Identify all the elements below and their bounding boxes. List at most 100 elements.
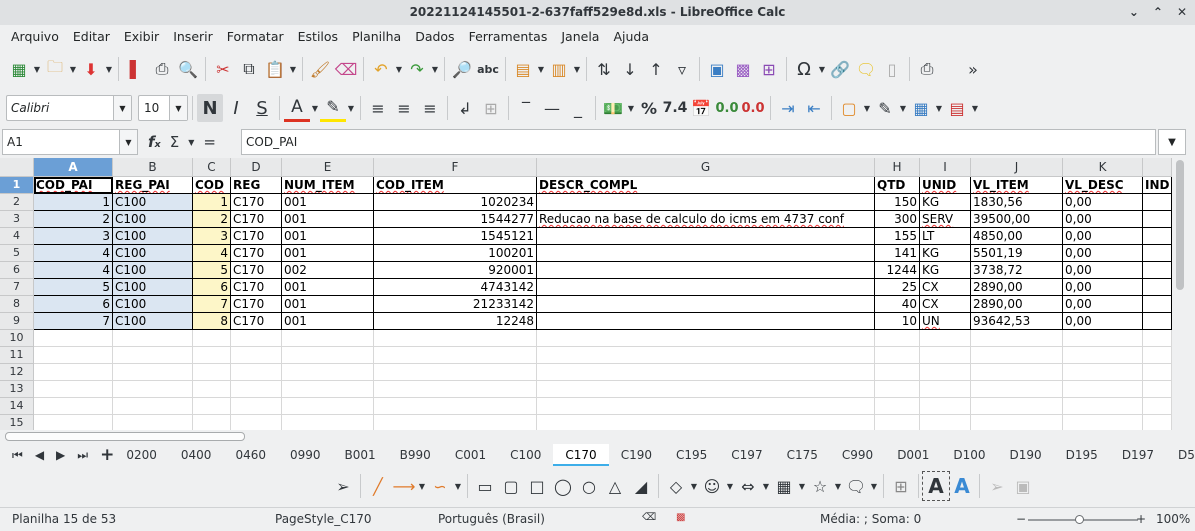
table-cell[interactable] — [537, 228, 875, 245]
table-cell[interactable]: 4850,00 — [971, 228, 1063, 245]
empty-cell[interactable] — [920, 415, 971, 430]
table-cell[interactable]: C100 — [113, 279, 193, 296]
empty-cell[interactable] — [537, 364, 875, 381]
table-cell[interactable] — [537, 194, 875, 211]
zoom-level[interactable]: 100% — [1156, 512, 1190, 526]
table-cell[interactable]: CX — [920, 296, 971, 313]
basic-shapes-icon[interactable]: ◇ — [663, 472, 689, 500]
table-cell[interactable]: 3 — [34, 228, 113, 245]
align-middle-icon[interactable]: — — [539, 94, 565, 122]
table-cell[interactable]: C100 — [113, 194, 193, 211]
font-name-dropdown-icon[interactable]: ▼ — [113, 96, 131, 120]
row-header-12[interactable]: 12 — [0, 364, 34, 381]
table-cell[interactable]: 6 — [193, 279, 231, 296]
align-center-icon[interactable]: ≡ — [391, 94, 417, 122]
empty-cell[interactable] — [1063, 381, 1143, 398]
callouts-icon[interactable]: 🗨 — [843, 472, 869, 500]
table-cell[interactable]: 150 — [875, 194, 920, 211]
percent-format-button[interactable]: % — [636, 94, 662, 122]
name-box-dropdown-icon[interactable]: ▼ — [119, 130, 137, 154]
table-cell[interactable]: C170 — [231, 228, 282, 245]
empty-cell[interactable] — [282, 415, 374, 430]
sum-dropdown-icon[interactable]: ▼ — [188, 138, 194, 147]
column-header-h[interactable]: H — [875, 158, 920, 177]
sheet-tab-d50[interactable]: D50 — [1166, 444, 1195, 466]
table-cell[interactable] — [1143, 211, 1172, 228]
table-cell[interactable]: 2 — [34, 211, 113, 228]
header-cell[interactable]: REG_PAI — [113, 177, 193, 194]
header-cell[interactable]: REG — [231, 177, 282, 194]
table-cell[interactable]: 5 — [34, 279, 113, 296]
paste-dropdown-icon[interactable]: ▼ — [288, 65, 298, 74]
empty-cell[interactable] — [374, 398, 537, 415]
sheet-tab-c990[interactable]: C990 — [830, 444, 885, 466]
empty-cell[interactable] — [34, 364, 113, 381]
empty-cell[interactable] — [971, 347, 1063, 364]
shadow-icon[interactable]: ▣ — [1010, 472, 1036, 500]
circle-icon[interactable]: ○ — [576, 472, 602, 500]
empty-cell[interactable] — [282, 364, 374, 381]
table-cell[interactable]: 25 — [875, 279, 920, 296]
select-pointer-icon[interactable]: ➢ — [330, 472, 356, 500]
empty-cell[interactable] — [537, 330, 875, 347]
table-cell[interactable]: 920001 — [374, 262, 537, 279]
row-header-2[interactable]: 2 — [0, 194, 34, 211]
header-cell[interactable]: COD_ITEM — [374, 177, 537, 194]
close-icon[interactable]: ✕ — [1177, 0, 1187, 25]
empty-cell[interactable] — [1063, 415, 1143, 430]
row-header-3[interactable]: 3 — [0, 211, 34, 228]
sheet-tab-d195[interactable]: D195 — [1054, 444, 1110, 466]
row-icon[interactable]: ▤ — [510, 55, 536, 83]
empty-cell[interactable] — [374, 347, 537, 364]
zoom-in-icon[interactable]: + — [1136, 512, 1146, 526]
table-cell[interactable]: 155 — [875, 228, 920, 245]
empty-cell[interactable] — [1143, 415, 1172, 430]
table-cell[interactable]: 1 — [34, 194, 113, 211]
styles-icon[interactable]: ▤ — [944, 94, 970, 122]
last-sheet-icon[interactable]: ⏭ — [77, 448, 88, 463]
table-cell[interactable]: 1 — [193, 194, 231, 211]
table-cell[interactable] — [1143, 313, 1172, 330]
font-color-icon[interactable]: A — [284, 94, 310, 122]
empty-cell[interactable] — [231, 364, 282, 381]
curve-icon[interactable]: ∽ — [427, 472, 453, 500]
column-header-g[interactable]: G — [537, 158, 875, 177]
empty-cell[interactable] — [113, 330, 193, 347]
empty-cell[interactable] — [1063, 347, 1143, 364]
font-name-box[interactable]: Calibri ▼ — [6, 95, 132, 121]
flowchart-dropdown-icon[interactable]: ▼ — [797, 482, 807, 491]
export-pdf-icon[interactable]: ▌ — [123, 55, 149, 83]
empty-cell[interactable] — [113, 398, 193, 415]
conditional-format-icon[interactable]: ▦ — [908, 94, 934, 122]
empty-cell[interactable] — [113, 347, 193, 364]
empty-cell[interactable] — [231, 381, 282, 398]
sheet-tab-b001[interactable]: B001 — [333, 444, 388, 466]
horizontal-scroll-thumb[interactable] — [5, 432, 245, 441]
table-cell[interactable] — [537, 245, 875, 262]
empty-cell[interactable] — [374, 330, 537, 347]
symbol-shapes-icon[interactable]: ☺ — [699, 472, 725, 500]
undo-dropdown-icon[interactable]: ▼ — [394, 65, 404, 74]
table-cell[interactable] — [1143, 228, 1172, 245]
empty-cell[interactable] — [971, 415, 1063, 430]
table-cell[interactable]: 4 — [34, 262, 113, 279]
new-dropdown-icon[interactable]: ▼ — [32, 65, 42, 74]
row-header-8[interactable]: 8 — [0, 296, 34, 313]
table-cell[interactable]: C100 — [113, 245, 193, 262]
triangle-icon[interactable]: △ — [602, 472, 628, 500]
expand-formula-icon[interactable]: ▼ — [1158, 129, 1186, 155]
table-cell[interactable]: 21233142 — [374, 296, 537, 313]
empty-cell[interactable] — [1143, 347, 1172, 364]
empty-cell[interactable] — [1143, 398, 1172, 415]
table-cell[interactable]: 0,00 — [1063, 245, 1143, 262]
column-dropdown-icon[interactable]: ▼ — [572, 65, 582, 74]
table-cell[interactable]: 12248 — [374, 313, 537, 330]
stars-icon[interactable]: ☆ — [807, 472, 833, 500]
sheet-tab-b990[interactable]: B990 — [388, 444, 443, 466]
underline-button[interactable]: S — [249, 94, 275, 122]
currency-format-icon[interactable]: 💵 — [600, 94, 626, 122]
empty-cell[interactable] — [971, 381, 1063, 398]
callouts-dropdown-icon[interactable]: ▼ — [869, 482, 879, 491]
print-icon[interactable]: ⎙ — [149, 55, 175, 83]
row-header-6[interactable]: 6 — [0, 262, 34, 279]
